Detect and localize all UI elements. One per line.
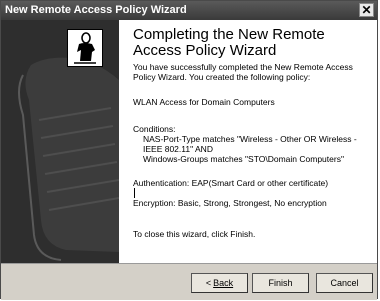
- close-icon: ✕: [361, 3, 372, 17]
- conditions-block: Conditions: NAS-Port-Type matches "Wirel…: [133, 124, 373, 164]
- back-arrow-icon: <: [205, 278, 212, 288]
- side-panel: [1, 20, 119, 263]
- intro-text: You have successfully completed the New …: [133, 62, 353, 82]
- text-cursor: [134, 188, 135, 198]
- back-button[interactable]: < Back: [191, 273, 248, 293]
- finish-button[interactable]: Finish: [252, 273, 309, 293]
- close-instruction: To close this wizard, click Finish.: [133, 229, 256, 239]
- condition-nas-port-type-cont: IEEE 802.11" AND: [143, 144, 213, 154]
- cancel-button-label: Cancel: [330, 278, 359, 288]
- cancel-button[interactable]: Cancel: [316, 273, 373, 293]
- conditions-label: Conditions:: [133, 124, 176, 134]
- wizard-figure-icon: [67, 29, 103, 67]
- button-bar: < Back Finish Cancel: [1, 263, 377, 300]
- page-title: Completing the New Remote Access Policy …: [133, 26, 325, 59]
- title-bar: New Remote Access Policy Wizard ✕: [1, 1, 377, 20]
- window-title: New Remote Access Policy Wizard: [5, 4, 187, 16]
- close-button[interactable]: ✕: [359, 3, 374, 17]
- authentication-text: Authentication: EAP(Smart Card or other …: [133, 178, 329, 188]
- wizard-window: New Remote Access Policy Wizard ✕ Comple…: [0, 0, 378, 300]
- encryption-text: Encryption: Basic, Strong, Strongest, No…: [133, 198, 327, 208]
- finish-button-label: Finish: [268, 278, 293, 288]
- policy-name: WLAN Access for Domain Computers: [133, 97, 275, 107]
- back-button-label: Back: [213, 278, 234, 288]
- condition-nas-port-type: NAS-Port-Type matches "Wireless - Other …: [143, 134, 357, 144]
- condition-windows-groups: Windows-Groups matches "STO\Domain Compu…: [143, 154, 344, 164]
- wizard-content: Completing the New Remote Access Policy …: [1, 20, 377, 263]
